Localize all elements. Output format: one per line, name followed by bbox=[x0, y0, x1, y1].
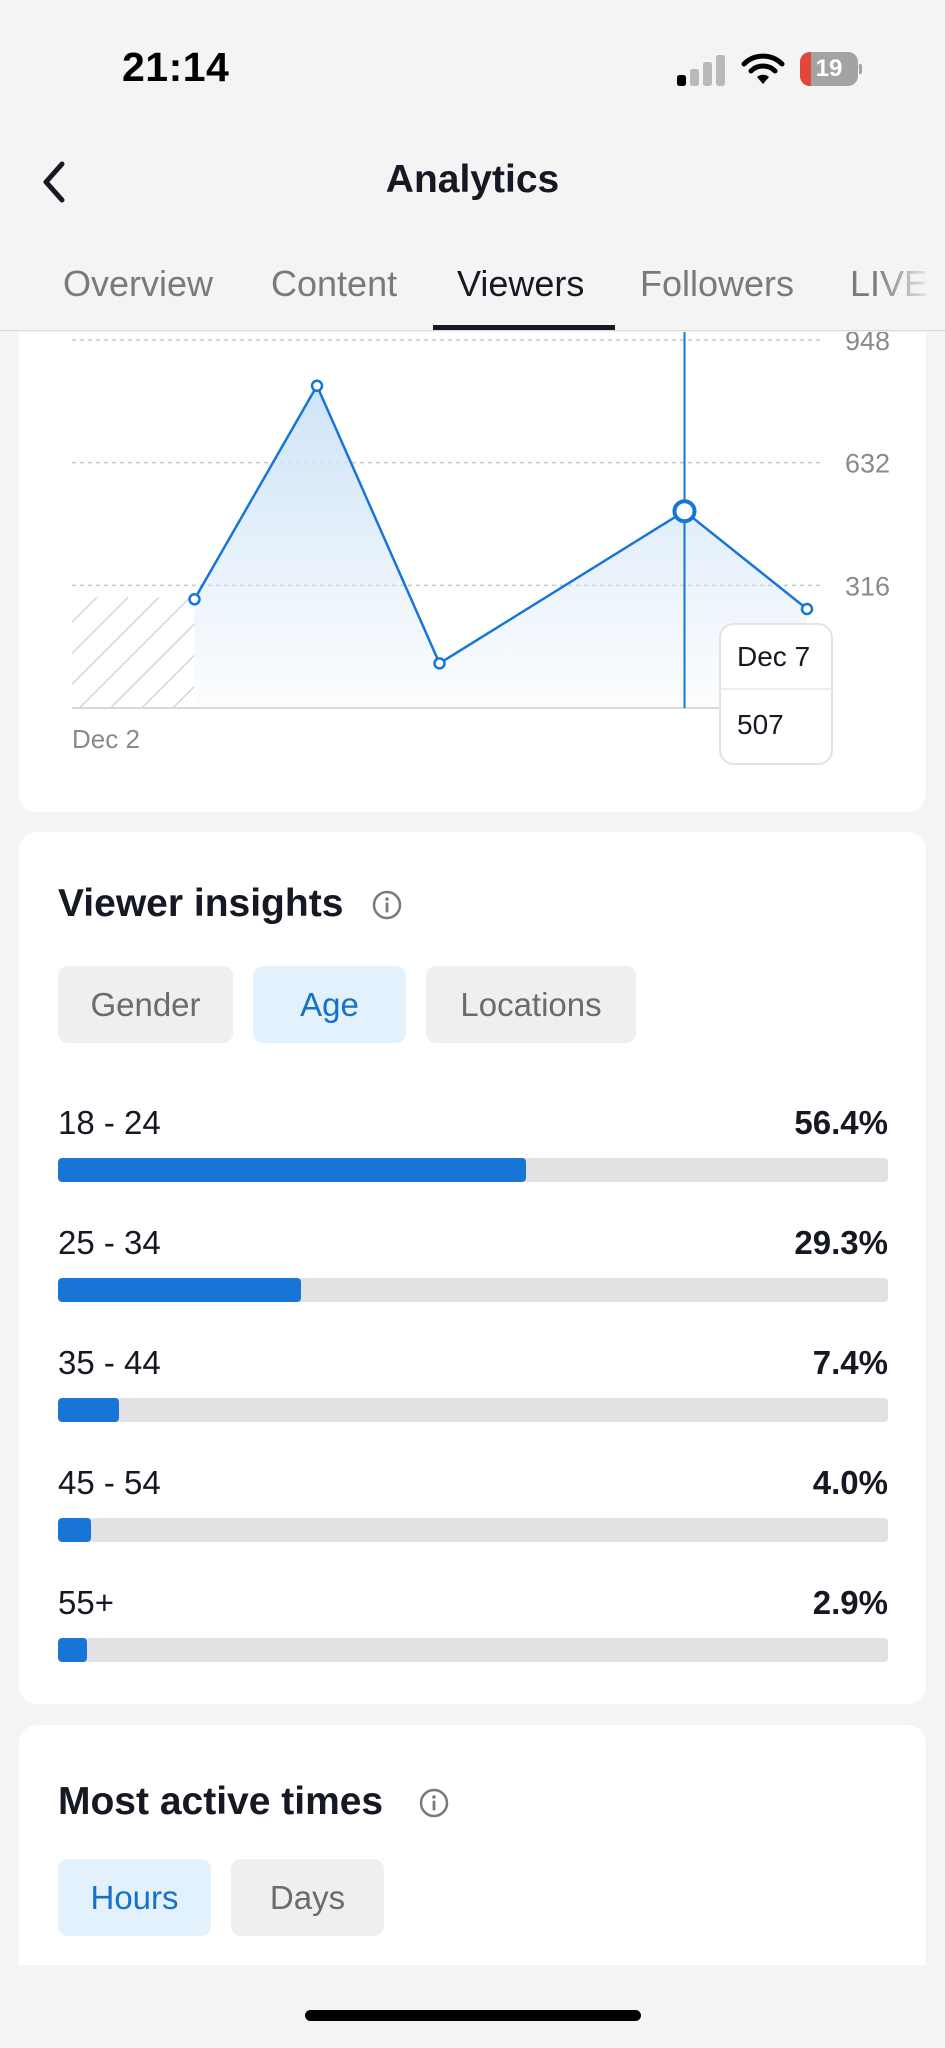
age-percent: 4.0% bbox=[812, 1464, 888, 1501]
age-percent: 56.4% bbox=[794, 1104, 888, 1141]
age-percent: 7.4% bbox=[812, 1344, 888, 1381]
no-data-region bbox=[72, 597, 195, 708]
age-bar-fill bbox=[58, 1158, 527, 1182]
tab-bar: Overview Content Viewers Followers LIVE bbox=[0, 235, 945, 331]
status-bar: 21:14 19 bbox=[0, 0, 945, 130]
age-bar-track bbox=[58, 1638, 888, 1662]
info-icon[interactable] bbox=[372, 890, 402, 920]
age-row: 25 - 34 29.3% bbox=[58, 1224, 888, 1314]
filter-days[interactable]: Days bbox=[231, 1859, 384, 1936]
data-point bbox=[310, 379, 324, 393]
info-icon[interactable] bbox=[419, 1788, 449, 1818]
y-tick-label: 948 bbox=[845, 332, 890, 356]
age-row: 45 - 54 4.0% bbox=[58, 1464, 888, 1554]
tab-viewers[interactable]: Viewers bbox=[457, 263, 584, 305]
active-tab-indicator bbox=[433, 325, 615, 330]
tab-followers[interactable]: Followers bbox=[640, 263, 794, 305]
filter-hours[interactable]: Hours bbox=[58, 1859, 211, 1936]
age-bar-track bbox=[58, 1158, 888, 1182]
data-point bbox=[433, 657, 446, 670]
age-range-label: 45 - 54 bbox=[58, 1464, 161, 1501]
series-area bbox=[194, 385, 807, 708]
page-title: Analytics bbox=[385, 158, 560, 201]
selected-data-point bbox=[672, 499, 697, 524]
age-bar-track bbox=[58, 1518, 888, 1542]
age-row: 18 - 24 56.4% bbox=[58, 1104, 888, 1194]
data-point bbox=[188, 593, 201, 606]
age-bar-track bbox=[58, 1398, 888, 1422]
age-range-label: 55+ bbox=[58, 1584, 114, 1621]
battery-icon: 19 bbox=[800, 52, 862, 86]
filter-locations[interactable]: Locations bbox=[426, 966, 636, 1043]
most-active-times-card: Most active times Hours Days bbox=[19, 1725, 926, 1965]
viewers-chart-card: 316 632 948 Dec 2 Dec 7 507 bbox=[19, 332, 926, 812]
home-indicator bbox=[305, 2010, 641, 2021]
viewer-insights-card: Viewer insights Gender Age Locations 18 … bbox=[19, 832, 926, 1704]
y-tick-label: 632 bbox=[845, 449, 890, 479]
age-row: 35 - 44 7.4% bbox=[58, 1344, 888, 1434]
battery-percent: 19 bbox=[815, 55, 843, 82]
age-range-label: 35 - 44 bbox=[58, 1344, 161, 1381]
y-tick-label: 316 bbox=[845, 571, 890, 601]
most-active-times-title: Most active times bbox=[58, 1780, 384, 1823]
cellular-signal-icon bbox=[677, 54, 725, 86]
age-percent: 29.3% bbox=[794, 1224, 888, 1261]
age-percent: 2.9% bbox=[812, 1584, 888, 1621]
age-bar-fill bbox=[58, 1398, 120, 1422]
viewer-insights-title: Viewer insights bbox=[58, 882, 344, 925]
data-point bbox=[800, 602, 814, 616]
x-tick-label: Dec 2 bbox=[72, 724, 140, 754]
tooltip-date: Dec 7 bbox=[737, 641, 810, 672]
age-range-label: 25 - 34 bbox=[58, 1224, 161, 1261]
age-bar-fill bbox=[58, 1638, 88, 1662]
header: Analytics bbox=[0, 130, 945, 235]
tab-content[interactable]: Content bbox=[271, 263, 397, 305]
tab-overview[interactable]: Overview bbox=[63, 263, 213, 305]
status-time: 21:14 bbox=[122, 44, 230, 90]
viewers-line-chart[interactable]: 316 632 948 Dec 2 Dec 7 507 bbox=[19, 332, 926, 812]
age-range-label: 18 - 24 bbox=[58, 1104, 161, 1141]
age-bar-track bbox=[58, 1278, 888, 1302]
wifi-icon bbox=[741, 53, 785, 84]
filter-gender[interactable]: Gender bbox=[58, 966, 233, 1043]
filter-age[interactable]: Age bbox=[253, 966, 406, 1043]
age-bar-fill bbox=[58, 1278, 302, 1302]
age-row: 55+ 2.9% bbox=[58, 1584, 888, 1674]
tooltip-value: 507 bbox=[737, 709, 784, 740]
age-bar-fill bbox=[58, 1518, 92, 1542]
